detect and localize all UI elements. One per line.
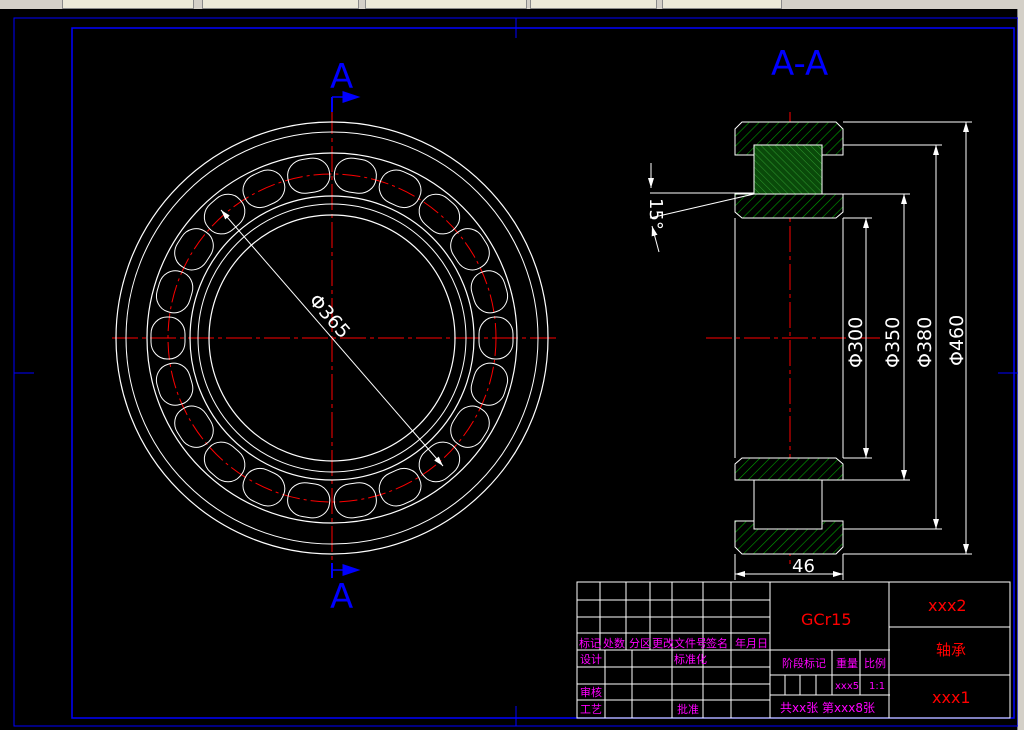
weight-value: xxx5	[835, 681, 859, 692]
front-view: Φ365 A A	[112, 57, 560, 617]
section-title: A-A	[771, 44, 828, 84]
drawing-canvas[interactable]: Φ365 A A A-A 15° Φ300 Φ350 Φ380 Φ460 46 …	[0, 9, 1018, 730]
scale-label: 比例	[864, 656, 886, 670]
section-label-top: A	[330, 57, 353, 97]
header-date: 年月日	[735, 636, 768, 650]
header-mark: 标记	[579, 636, 601, 650]
window-tab[interactable]	[62, 0, 194, 9]
roller-section-top	[753, 144, 823, 195]
section-label-bottom: A	[330, 577, 353, 617]
drawing-code-label: xxx2	[928, 596, 967, 615]
outer-race-label: Φ380	[914, 317, 936, 368]
window-tab[interactable]	[202, 0, 359, 9]
row-approve: 批准	[677, 702, 699, 716]
inner-ring-section-bottom	[734, 457, 844, 481]
roller	[287, 482, 331, 519]
roller-section-bottom	[753, 479, 823, 530]
sheet-border	[13, 17, 1018, 727]
window-tab-bar	[0, 0, 1024, 9]
row-standardize: 标准化	[674, 652, 707, 666]
part-name-label: 轴承	[936, 641, 966, 659]
scrollbar[interactable]	[1017, 9, 1024, 730]
header-count: 处数	[603, 637, 625, 650]
row-process: 工艺	[580, 703, 602, 716]
window-tab[interactable]	[662, 0, 782, 9]
inner-race-label: Φ350	[882, 317, 904, 368]
header-change-doc: 更改文件号	[652, 636, 707, 650]
window-tab[interactable]	[530, 0, 657, 9]
header-zone: 分区	[629, 637, 651, 650]
material-label: GCr15	[801, 610, 852, 629]
row-design: 设计	[580, 653, 602, 666]
sheets-label: 共xx张 第xxx8张	[780, 701, 875, 715]
width-label: 46	[792, 556, 815, 577]
inner-ring-section-top	[734, 193, 844, 219]
row-review: 审核	[580, 685, 602, 699]
bore-label: Φ300	[845, 317, 867, 368]
angle-label: 15°	[645, 198, 666, 230]
title-block-text: GCr15 xxx2 轴承 xxx1 标记 处数 分区 更改文件号 签名 年月日…	[579, 596, 971, 716]
header-sign: 签名	[706, 636, 728, 650]
outer-diameter-label: Φ460	[946, 315, 968, 366]
roller	[470, 270, 509, 314]
scale-value: 1:1	[869, 681, 885, 692]
weight-label: 重量	[836, 656, 858, 670]
window-tab[interactable]	[365, 0, 527, 9]
width-dimension: 46	[734, 554, 844, 580]
company-label: xxx1	[932, 688, 971, 707]
section-view: A-A 15° Φ300 Φ350 Φ380 Φ460 46	[645, 44, 972, 580]
drawing-frame	[71, 27, 1015, 719]
stage-mark-label: 阶段标记	[782, 656, 826, 670]
